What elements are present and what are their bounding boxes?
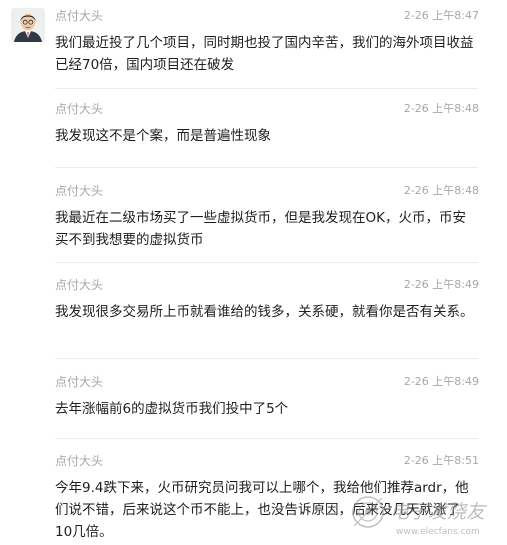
message-time: 2-26 上午8:51 <box>403 454 479 467</box>
message-item: 点付大头 2-26 上午8:47 我们最近投了几个项目，同时期也投了国内辛苦，我… <box>0 8 507 78</box>
divider <box>55 262 478 263</box>
message-item: 点付大头 2-26 上午8:48 我发现这不是个案，而是普遍性现象 <box>0 101 507 149</box>
sender-name[interactable]: 点付大头 <box>55 277 103 293</box>
sender-name[interactable]: 点付大头 <box>55 8 103 24</box>
message-feed: 点付大头 2-26 上午8:47 我们最近投了几个项目，同时期也投了国内辛苦，我… <box>0 0 507 545</box>
message-text: 去年涨幅前6的虚拟货币我们投中了5个 <box>55 401 289 417</box>
message-item: 点付大头 2-26 上午8:48 我最近在二级市场买了一些虚拟货币，但是我发现在… <box>0 183 507 253</box>
message-item: 点付大头 2-26 上午8:49 去年涨幅前6的虚拟货币我们投中了5个 <box>0 374 507 422</box>
divider <box>55 358 478 359</box>
divider <box>55 88 478 89</box>
message-time: 2-26 上午8:49 <box>403 278 479 291</box>
avatar[interactable] <box>11 8 45 42</box>
message-time: 2-26 上午8:48 <box>403 102 479 115</box>
message-time: 2-26 上午8:48 <box>403 184 479 197</box>
message-text: 我最近在二级市场买了一些虚拟货币，但是我发现在OK，火币，币安买不到我想要的虚拟… <box>55 210 466 248</box>
sender-name[interactable]: 点付大头 <box>55 101 103 117</box>
message-time: 2-26 上午8:49 <box>403 375 479 388</box>
divider <box>55 438 478 439</box>
divider <box>55 167 478 168</box>
sender-name[interactable]: 点付大头 <box>55 183 103 199</box>
message-item: 点付大头 2-26 上午8:49 我发现很多交易所上币就看谁给的钱多，关系硬，就… <box>0 277 507 347</box>
watermark-logo: 电子发烧友 www.elecfans.com <box>348 490 502 540</box>
message-text: 我发现这不是个案，而是普遍性现象 <box>55 128 271 144</box>
watermark-text: 电子发烧友 <box>390 501 487 523</box>
sender-name[interactable]: 点付大头 <box>55 453 103 469</box>
sender-name[interactable]: 点付大头 <box>55 374 103 390</box>
message-time: 2-26 上午8:47 <box>403 9 479 22</box>
watermark-url: www.elecfans.com <box>396 527 480 537</box>
message-text: 我们最近投了几个项目，同时期也投了国内辛苦，我们的海外项目收益已经70倍，国内项… <box>55 35 474 73</box>
message-text: 我发现很多交易所上币就看谁给的钱多，关系硬，就看你是否有关系。 <box>55 304 474 320</box>
